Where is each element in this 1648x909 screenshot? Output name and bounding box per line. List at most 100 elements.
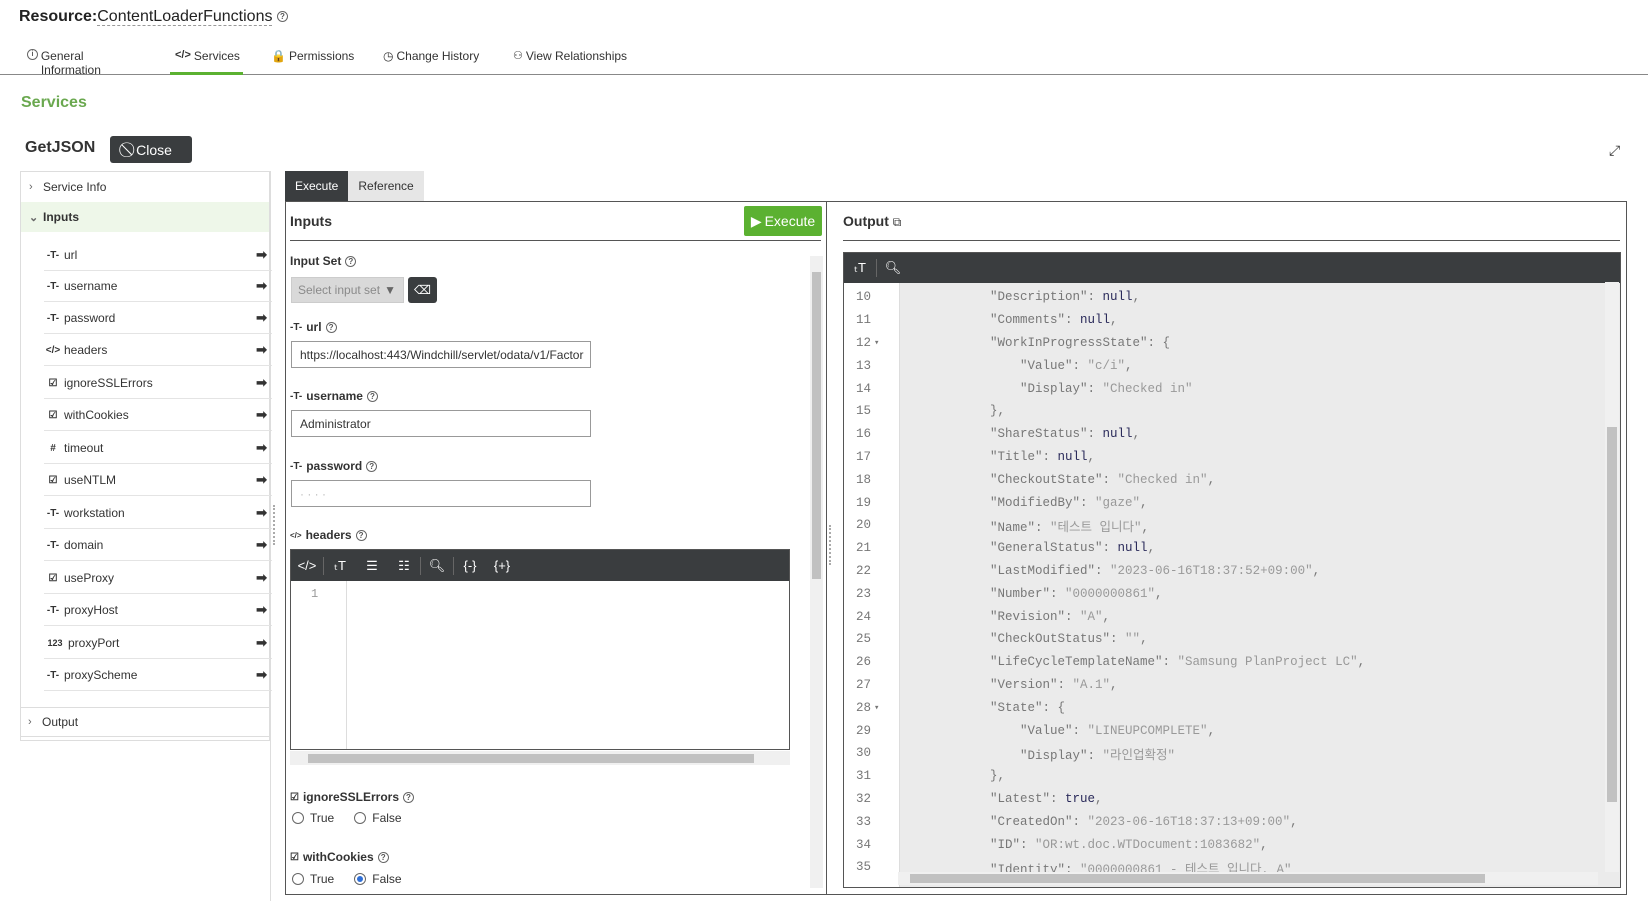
vertical-scrollbar[interactable] xyxy=(810,256,823,888)
param-item-timeout[interactable]: # timeout ➡ xyxy=(44,433,272,464)
scrollbar-thumb[interactable] xyxy=(910,874,1485,883)
output-editor[interactable]: ₜT 🔍︎ 10 "Description": null, 11 "Comments"… xyxy=(843,252,1621,888)
arrow-right-icon[interactable]: ➡ xyxy=(256,667,267,683)
input-set-select[interactable]: Select input set ▼ xyxy=(291,277,404,303)
tab-view-relationships[interactable]: ⚇ View Relationships xyxy=(508,49,632,75)
divider xyxy=(843,240,1620,241)
username-label: -T-username? xyxy=(290,389,378,403)
line-number: 28 xyxy=(856,700,872,715)
tree-output[interactable]: › Output xyxy=(20,707,270,737)
horizontal-scrollbar[interactable] xyxy=(898,872,1598,885)
clock-icon: ◷ xyxy=(383,49,394,63)
radio-false[interactable] xyxy=(354,873,367,885)
line-number: 34 xyxy=(856,837,872,852)
tree-inputs[interactable]: ⌄ Inputs xyxy=(21,202,269,232)
scrollbar-thumb[interactable] xyxy=(812,272,821,579)
fold-icon[interactable]: ▾ xyxy=(874,703,879,713)
vertical-scrollbar[interactable] xyxy=(1605,282,1619,872)
scrollbar-thumb[interactable] xyxy=(308,754,754,763)
code-line: 28 ▾ "State": { xyxy=(844,696,1604,719)
param-item-headers[interactable]: </> headers ➡ xyxy=(44,335,272,366)
code-icon[interactable]: </> xyxy=(291,558,323,573)
json-key: "Latest" xyxy=(990,791,1051,806)
param-item-domain[interactable]: -T-domain ➡ xyxy=(44,530,272,561)
url-label: -T-url? xyxy=(290,320,337,334)
arrow-right-icon[interactable]: ➡ xyxy=(256,602,267,618)
username-input[interactable]: Administrator xyxy=(291,410,591,437)
fold-icon[interactable]: ▾ xyxy=(874,338,879,348)
boolean-icon: ☑ xyxy=(48,474,58,486)
param-item-useProxy[interactable]: ☑ useProxy ➡ xyxy=(44,563,272,594)
collapse-braces-icon[interactable]: {-} xyxy=(454,558,486,573)
expand-icon[interactable]: ⤢ xyxy=(1609,142,1620,159)
search-icon[interactable]: 🔍︎ xyxy=(421,558,453,574)
arrow-right-icon[interactable]: ➡ xyxy=(256,407,267,423)
help-icon[interactable]: ? xyxy=(325,321,337,333)
arrow-right-icon[interactable]: ➡ xyxy=(256,472,267,488)
tree-service-info[interactable]: › Service Info xyxy=(21,172,269,202)
arrow-right-icon[interactable]: ➡ xyxy=(256,278,267,294)
arrow-right-icon[interactable]: ➡ xyxy=(256,570,267,586)
param-item-proxyScheme[interactable]: -T-proxyScheme ➡ xyxy=(44,660,272,691)
help-icon[interactable]: ? xyxy=(355,529,367,541)
popout-icon[interactable]: ⧉ xyxy=(893,215,902,229)
select-placeholder: Select input set xyxy=(298,283,381,297)
resource-name[interactable]: ContentLoaderFunctions xyxy=(97,8,273,26)
arrow-right-icon[interactable]: ➡ xyxy=(256,440,267,456)
scrollbar-thumb[interactable] xyxy=(1607,427,1617,802)
param-item-proxyHost[interactable]: -T-proxyHost ➡ xyxy=(44,595,272,626)
tab-services[interactable]: </> Services xyxy=(170,49,243,75)
json-value: "Checked in" xyxy=(1117,472,1208,487)
param-item-workstation[interactable]: -T-workstation ➡ xyxy=(44,498,272,529)
code-line: 24 "Revision": "A", xyxy=(844,605,1604,628)
password-input[interactable]: · · · · xyxy=(291,480,591,507)
param-item-username[interactable]: -T-username ➡ xyxy=(44,271,272,302)
help-icon[interactable]: ? xyxy=(366,390,378,402)
arrow-right-icon[interactable]: ➡ xyxy=(256,635,267,651)
param-item-withCookies[interactable]: ☑ withCookies ➡ xyxy=(44,400,272,431)
radio-true[interactable] xyxy=(292,812,304,824)
code-line: 33 "CreatedOn": "2023-06-16T18:37:13+09:0… xyxy=(844,810,1604,833)
radio-false[interactable] xyxy=(354,812,367,824)
search-icon[interactable]: 🔍︎ xyxy=(877,260,909,276)
font-size-icon[interactable]: ₜT xyxy=(844,260,876,276)
line-number: 29 xyxy=(856,723,872,738)
help-icon[interactable]: ? xyxy=(403,791,414,803)
clear-button[interactable]: ⌫ xyxy=(408,277,437,303)
help-icon[interactable]: ? xyxy=(276,11,288,23)
param-item-useNTLM[interactable]: ☑ useNTLM ➡ xyxy=(44,465,272,496)
radio-true[interactable] xyxy=(292,873,304,885)
tab-change-history[interactable]: ◷ Change History xyxy=(378,49,484,75)
expand-braces-icon[interactable]: {+} xyxy=(486,558,518,573)
help-icon[interactable]: ? xyxy=(377,851,389,863)
arrow-right-icon[interactable]: ➡ xyxy=(256,375,267,391)
resize-handle[interactable] xyxy=(829,525,832,565)
font-size-icon[interactable]: ₜT xyxy=(324,558,356,574)
arrow-right-icon[interactable]: ➡ xyxy=(256,247,267,263)
close-button[interactable]: ⃠Close xyxy=(110,136,192,163)
arrow-right-icon[interactable]: ➡ xyxy=(256,537,267,553)
indent-right-icon[interactable]: ☷ xyxy=(388,558,420,574)
url-input[interactable]: https://localhost:443/Windchill/servlet/… xyxy=(291,341,591,368)
code-line: 21 "GeneralStatus": null, xyxy=(844,537,1604,560)
param-item-proxyPort[interactable]: 123 proxyPort ➡ xyxy=(44,628,272,659)
arrow-right-icon[interactable]: ➡ xyxy=(256,505,267,521)
arrow-right-icon[interactable]: ➡ xyxy=(256,310,267,326)
param-item-ignoreSSLErrors[interactable]: ☑ ignoreSSLErrors ➡ xyxy=(44,368,272,399)
help-icon[interactable]: ? xyxy=(366,460,378,472)
horizontal-scrollbar[interactable] xyxy=(290,751,790,765)
tab-reference[interactable]: Reference xyxy=(348,171,424,201)
json-key: "State" xyxy=(990,700,1043,715)
code-line: 22 "LastModified": "2023-06-16T18:37:52+0… xyxy=(844,560,1604,583)
param-item-url[interactable]: -T-url ➡ xyxy=(44,240,272,271)
arrow-right-icon[interactable]: ➡ xyxy=(256,342,267,358)
tab-execute[interactable]: Execute xyxy=(285,171,349,201)
execute-button[interactable]: ▶ Execute xyxy=(744,206,822,236)
tab-permissions[interactable]: 🔒 Permissions xyxy=(266,49,359,75)
tab-general-information[interactable]: i General Information xyxy=(22,49,150,77)
param-item-password[interactable]: -T-password ➡ xyxy=(44,303,272,334)
headers-editor[interactable]: </> ₜT ☰ ☷ 🔍︎ {-} {+} 1 xyxy=(290,549,790,750)
indent-left-icon[interactable]: ☰ xyxy=(356,558,388,574)
resize-handle[interactable] xyxy=(273,505,276,545)
help-icon[interactable]: ? xyxy=(345,255,357,267)
